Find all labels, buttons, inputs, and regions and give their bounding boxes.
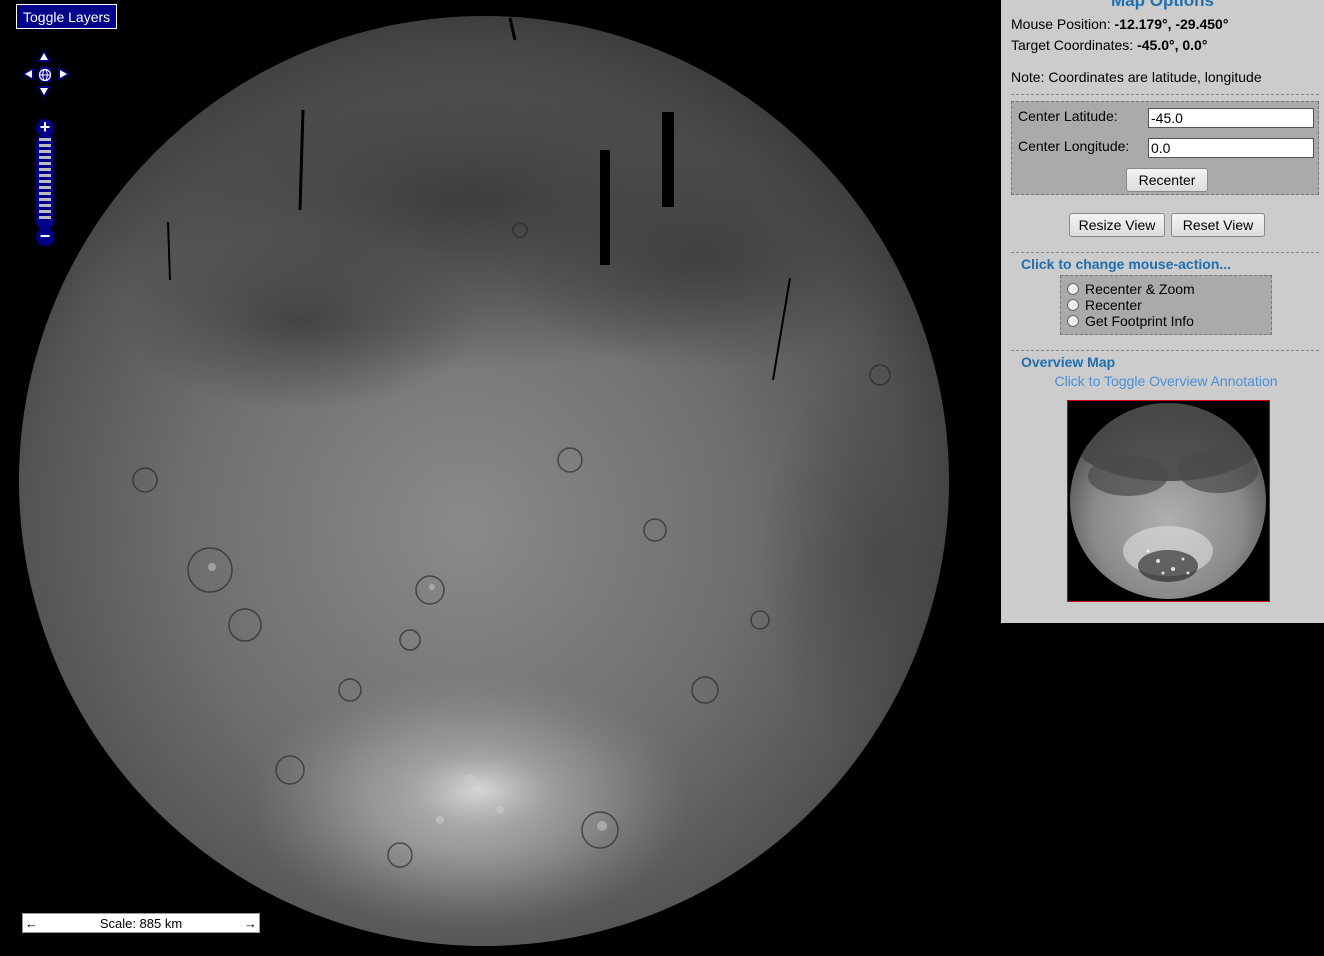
radio-button[interactable] — [1067, 283, 1079, 295]
toggle-layers-button[interactable]: Toggle Layers — [16, 4, 118, 29]
option-label: Get Footprint Info — [1085, 313, 1194, 329]
overview-toggle-link[interactable]: Click to Toggle Overview Annotation — [1001, 373, 1324, 389]
center-lat-label: Center Latitude: — [1018, 108, 1118, 124]
recenter-form: Center Latitude: Center Longitude: Recen… — [1011, 101, 1319, 195]
divider — [1011, 252, 1319, 253]
overview-map[interactable] — [1067, 400, 1270, 602]
moon-globe-image[interactable] — [0, 0, 1000, 956]
coords-note: Note: Coordinates are latitude, longitud… — [1011, 69, 1262, 85]
center-lon-label: Center Longitude: — [1018, 138, 1130, 154]
target-coords-label: Target Coordinates: — [1011, 37, 1134, 53]
globe-home-icon[interactable] — [36, 66, 52, 82]
pan-left-icon[interactable] — [20, 66, 36, 82]
option-label: Recenter & Zoom — [1085, 281, 1195, 297]
mouse-action-option[interactable]: Get Footprint Info — [1067, 313, 1194, 329]
mouse-action-heading[interactable]: Click to change mouse-action... — [1021, 256, 1231, 272]
scale-bar: ← Scale: 885 km → — [22, 913, 260, 933]
mouse-action-option[interactable]: Recenter & Zoom — [1067, 281, 1195, 297]
option-label: Recenter — [1085, 297, 1142, 313]
mouse-position-label: Mouse Position: — [1011, 16, 1111, 32]
target-coords-row: Target Coordinates: -45.0°, 0.0° — [1011, 37, 1207, 53]
overview-moon-image[interactable] — [1068, 401, 1269, 601]
scale-left-arrow: ← — [25, 916, 38, 931]
panel-title: Map Options — [1111, 0, 1214, 10]
mouse-action-option[interactable]: Recenter — [1067, 297, 1142, 313]
center-lon-input[interactable] — [1148, 138, 1314, 158]
center-lat-input[interactable] — [1148, 108, 1314, 128]
zoom-slider-track[interactable] — [36, 134, 54, 230]
mouse-position-value: -12.179°, -29.450° — [1114, 16, 1229, 32]
zoom-out-button[interactable]: − — [36, 227, 54, 246]
scale-right-arrow: → — [244, 916, 257, 931]
radio-button[interactable] — [1067, 315, 1079, 327]
reset-view-button[interactable]: Reset View — [1171, 213, 1265, 237]
divider — [1011, 350, 1319, 351]
recenter-button[interactable]: Recenter — [1126, 168, 1208, 192]
target-coords-value: -45.0°, 0.0° — [1137, 37, 1208, 53]
overview-map-heading: Overview Map — [1021, 354, 1116, 370]
mouse-position-row: Mouse Position: -12.179°, -29.450° — [1011, 16, 1228, 32]
map-viewport[interactable]: Toggle Layers + − ← Scale: 885 km → — [0, 0, 1000, 956]
radio-button[interactable] — [1067, 299, 1079, 311]
resize-view-button[interactable]: Resize View — [1069, 213, 1165, 237]
divider — [1011, 94, 1319, 95]
pan-up-icon[interactable] — [36, 48, 52, 64]
scale-label: Scale: 885 km — [99, 916, 183, 931]
mouse-action-options: Recenter & Zoom Recenter Get Footprint I… — [1060, 275, 1272, 335]
pan-down-icon[interactable] — [36, 84, 52, 100]
pan-right-icon[interactable] — [56, 66, 72, 82]
pan-zoom-control: + − — [18, 46, 74, 256]
map-options-panel: Map Options Mouse Position: -12.179°, -2… — [1001, 0, 1324, 623]
